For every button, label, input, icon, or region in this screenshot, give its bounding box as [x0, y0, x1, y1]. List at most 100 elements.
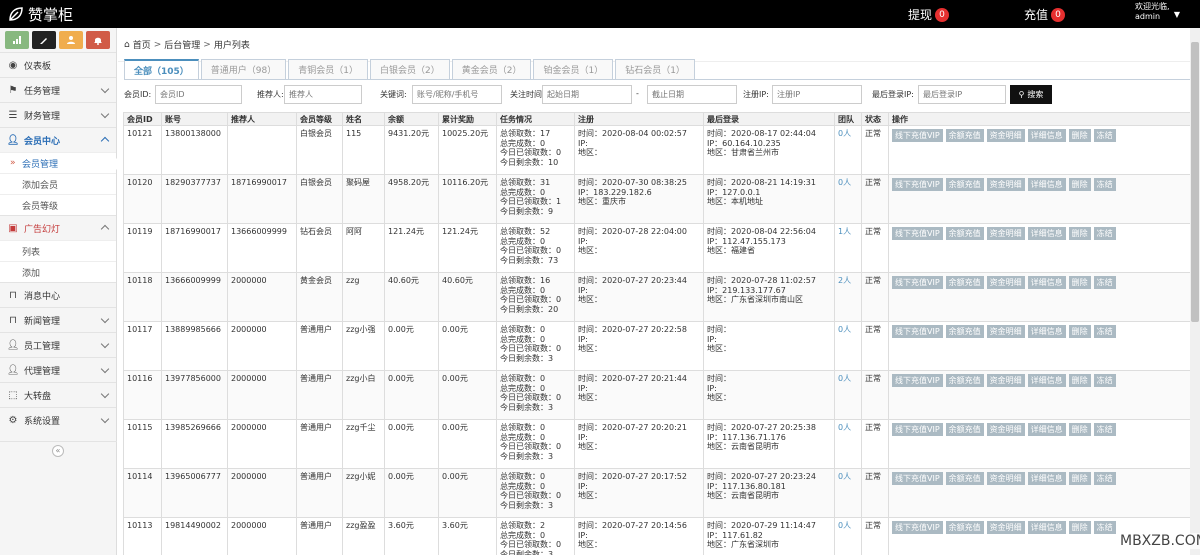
freeze-button[interactable]: 冻结	[1093, 276, 1116, 289]
details-button[interactable]: 详细信息	[1027, 521, 1066, 534]
team-link[interactable]: 0人	[838, 423, 851, 432]
delete-button[interactable]: 删除	[1068, 227, 1091, 240]
sidebar-item-dashboard[interactable]: ◉ 仪表板	[0, 52, 116, 77]
delete-button[interactable]: 删除	[1068, 276, 1091, 289]
delete-button[interactable]: 删除	[1068, 472, 1091, 485]
delete-button[interactable]: 删除	[1068, 423, 1091, 436]
balance-recharge-button[interactable]: 余额充值	[945, 472, 984, 485]
team-link[interactable]: 0人	[838, 521, 851, 530]
sidebar-item-news[interactable]: ⊓ 新闻管理	[0, 307, 116, 332]
balance-recharge-button[interactable]: 余额充值	[945, 374, 984, 387]
offline-vip-button[interactable]: 线下充值VIP	[892, 325, 943, 338]
edit-shortcut-button[interactable]	[32, 31, 56, 49]
funds-detail-button[interactable]: 资金明细	[986, 472, 1025, 485]
freeze-button[interactable]: 冻结	[1093, 521, 1116, 534]
offline-vip-button[interactable]: 线下充值VIP	[892, 472, 943, 485]
offline-vip-button[interactable]: 线下充值VIP	[892, 178, 943, 191]
sidebar-item-settings[interactable]: ⚙ 系统设置	[0, 407, 116, 432]
breadcrumb-home[interactable]: 首页	[133, 38, 151, 51]
tab-diamond[interactable]: 钻石会员（1）	[615, 59, 695, 79]
brand[interactable]: 赞掌柜	[8, 4, 73, 24]
tab-platinum[interactable]: 铂金会员（1）	[533, 59, 614, 79]
sidebar-item-members[interactable]: 👤︎ 会员中心	[0, 127, 116, 152]
funds-detail-button[interactable]: 资金明细	[986, 423, 1025, 436]
team-link[interactable]: 0人	[838, 129, 851, 138]
sidebar-subitem-add-member[interactable]: 添加会员	[0, 173, 116, 194]
keyword-input[interactable]	[412, 85, 502, 104]
search-button[interactable]: ⚲ 搜索	[1010, 85, 1052, 104]
breadcrumb-section[interactable]: 后台管理	[164, 38, 200, 51]
tab-all[interactable]: 全部（105）	[124, 59, 199, 80]
team-link[interactable]: 2人	[838, 276, 851, 285]
details-button[interactable]: 详细信息	[1027, 227, 1066, 240]
chart-shortcut-button[interactable]	[5, 31, 29, 49]
offline-vip-button[interactable]: 线下充值VIP	[892, 521, 943, 534]
freeze-button[interactable]: 冻结	[1093, 374, 1116, 387]
referrer-input[interactable]	[284, 85, 362, 104]
scrollbar-thumb[interactable]	[1191, 42, 1199, 322]
double-chevron-left-icon[interactable]: «	[52, 445, 64, 457]
balance-recharge-button[interactable]: 余额充值	[945, 227, 984, 240]
team-link[interactable]: 0人	[838, 325, 851, 334]
delete-button[interactable]: 删除	[1068, 521, 1091, 534]
funds-detail-button[interactable]: 资金明细	[986, 374, 1025, 387]
user-menu[interactable]: 欢迎光临, admin ▼	[1129, 2, 1200, 26]
sidebar-item-agents[interactable]: 👤︎ 代理管理	[0, 357, 116, 382]
sidebar-subitem-member-level[interactable]: 会员等级	[0, 194, 116, 215]
cogs-shortcut-button[interactable]	[86, 31, 110, 49]
details-button[interactable]: 详细信息	[1027, 325, 1066, 338]
sidebar-item-tasks[interactable]: ⚑ 任务管理	[0, 77, 116, 102]
funds-detail-button[interactable]: 资金明细	[986, 521, 1025, 534]
offline-vip-button[interactable]: 线下充值VIP	[892, 276, 943, 289]
team-link[interactable]: 0人	[838, 374, 851, 383]
details-button[interactable]: 详细信息	[1027, 276, 1066, 289]
freeze-button[interactable]: 冻结	[1093, 472, 1116, 485]
balance-recharge-button[interactable]: 余额充值	[945, 325, 984, 338]
details-button[interactable]: 详细信息	[1027, 374, 1066, 387]
delete-button[interactable]: 删除	[1068, 129, 1091, 142]
balance-recharge-button[interactable]: 余额充值	[945, 276, 984, 289]
sidebar-item-ads[interactable]: ▣ 广告幻灯	[0, 215, 116, 240]
team-link[interactable]: 0人	[838, 472, 851, 481]
funds-detail-button[interactable]: 资金明细	[986, 325, 1025, 338]
sidebar-subitem-member-manage[interactable]: 会员管理	[0, 152, 117, 173]
tab-normal-users[interactable]: 普通用户（98）	[200, 59, 287, 79]
team-link[interactable]: 0人	[838, 178, 851, 187]
sidebar-item-finance[interactable]: ☰ 财务管理	[0, 102, 116, 127]
balance-recharge-button[interactable]: 余额充值	[945, 178, 984, 191]
member-id-input[interactable]	[155, 85, 242, 104]
funds-detail-button[interactable]: 资金明细	[986, 227, 1025, 240]
tab-bronze[interactable]: 青铜会员（1）	[288, 59, 368, 79]
team-link[interactable]: 1人	[838, 227, 851, 236]
withdraw-link[interactable]: 提现 0	[908, 6, 950, 23]
balance-recharge-button[interactable]: 余额充值	[945, 423, 984, 436]
delete-button[interactable]: 删除	[1068, 325, 1091, 338]
sidebar-subitem-ads-list[interactable]: 列表	[0, 240, 116, 261]
balance-recharge-button[interactable]: 余额充值	[945, 521, 984, 534]
tab-silver[interactable]: 白银会员（2）	[369, 59, 450, 79]
funds-detail-button[interactable]: 资金明细	[986, 276, 1025, 289]
details-button[interactable]: 详细信息	[1027, 423, 1066, 436]
sidebar-item-staff[interactable]: 👤︎ 员工管理	[0, 332, 116, 357]
sidebar-subitem-ads-add[interactable]: 添加	[0, 261, 116, 282]
tab-gold[interactable]: 黄金会员（2）	[451, 59, 532, 79]
delete-button[interactable]: 删除	[1068, 178, 1091, 191]
balance-recharge-button[interactable]: 余额充值	[945, 129, 984, 142]
freeze-button[interactable]: 冻结	[1093, 178, 1116, 191]
freeze-button[interactable]: 冻结	[1093, 129, 1116, 142]
details-button[interactable]: 详细信息	[1027, 472, 1066, 485]
details-button[interactable]: 详细信息	[1027, 178, 1066, 191]
delete-button[interactable]: 删除	[1068, 374, 1091, 387]
users-shortcut-button[interactable]	[59, 31, 83, 49]
details-button[interactable]: 详细信息	[1027, 129, 1066, 142]
funds-detail-button[interactable]: 资金明细	[986, 129, 1025, 142]
sidebar-item-messages[interactable]: ⊓ 消息中心	[0, 282, 116, 307]
offline-vip-button[interactable]: 线下充值VIP	[892, 423, 943, 436]
start-date-input[interactable]	[542, 85, 632, 104]
sidebar-item-wheel[interactable]: ⬚ 大转盘	[0, 382, 116, 407]
offline-vip-button[interactable]: 线下充值VIP	[892, 374, 943, 387]
reg-ip-input[interactable]	[772, 85, 862, 104]
last-ip-input[interactable]	[918, 85, 1006, 104]
freeze-button[interactable]: 冻结	[1093, 325, 1116, 338]
funds-detail-button[interactable]: 资金明细	[986, 178, 1025, 191]
